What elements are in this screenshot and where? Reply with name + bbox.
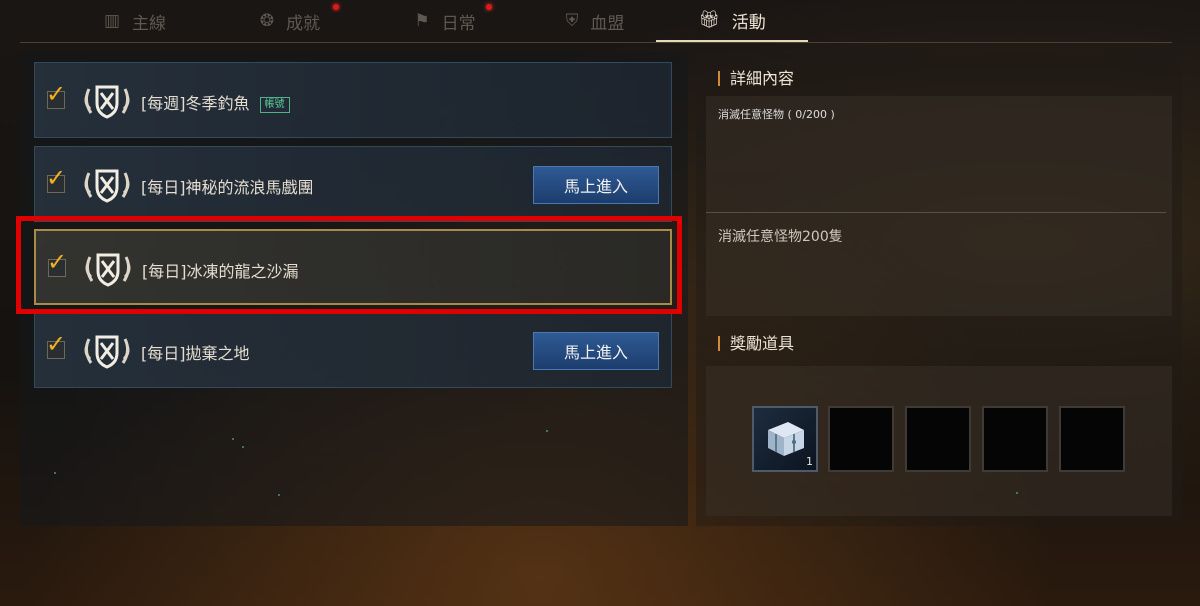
rewards-box: 1 bbox=[706, 366, 1172, 516]
heading-bar bbox=[718, 71, 720, 86]
tab-main-story[interactable]: ▥ 主線 bbox=[70, 0, 200, 42]
gift-icon: 🎁︎ bbox=[698, 10, 720, 30]
quest-title: [每週]冬季釣魚 帳號 bbox=[141, 90, 290, 114]
tab-achievements[interactable]: ❂ 成就 bbox=[225, 0, 355, 42]
particle bbox=[546, 430, 548, 432]
details-box: 消滅任意怪物 ( 0/200 ) 消滅任意怪物200隻 bbox=[706, 96, 1172, 316]
laurel-shield-emblem-icon bbox=[84, 169, 130, 203]
details-heading-text: 詳細內容 bbox=[730, 69, 795, 88]
reward-slot-empty bbox=[905, 406, 971, 472]
quest-title-text: [每週]冬季釣魚 bbox=[141, 94, 250, 113]
quest-title: [每日]拋棄之地 bbox=[141, 344, 250, 363]
quest-row[interactable]: ✓ [每日]拋棄之地 馬上進入 bbox=[34, 312, 672, 388]
check-icon: ✓ bbox=[46, 330, 67, 358]
flag-icon: ⚑ bbox=[414, 11, 430, 31]
quest-title: [每日]神秘的流浪馬戲團 bbox=[141, 178, 314, 197]
book-icon: ▥ bbox=[103, 11, 121, 31]
top-tab-bar: ▥ 主線 ❂ 成就 ⚑ 日常 ⛨ 血盟 🎁︎ 活動 bbox=[20, 0, 1172, 43]
notification-dot bbox=[486, 4, 492, 10]
laurel-shield-emblem-icon bbox=[84, 335, 130, 369]
tab-label: 活動 bbox=[731, 12, 766, 33]
particle bbox=[1016, 492, 1018, 494]
tab-label: 血盟 bbox=[590, 13, 625, 34]
item-count: 1 bbox=[806, 455, 813, 468]
reward-slot[interactable]: 1 bbox=[752, 406, 818, 472]
tab-label: 主線 bbox=[132, 13, 167, 34]
particle bbox=[278, 494, 280, 496]
checkbox[interactable]: ✓ bbox=[46, 82, 66, 109]
rewards-heading-text: 獎勵道具 bbox=[730, 334, 795, 353]
heading-bar bbox=[718, 336, 720, 351]
checkbox[interactable]: ✓ bbox=[46, 332, 66, 359]
enter-now-button[interactable]: 馬上進入 bbox=[533, 166, 659, 204]
tab-clan[interactable]: ⛨ 血盟 bbox=[530, 0, 660, 42]
selection-highlight-box bbox=[16, 216, 682, 314]
laurel-shield-emblem-icon bbox=[84, 85, 130, 119]
medal-icon: ❂ bbox=[259, 11, 275, 31]
reward-slot-empty bbox=[828, 406, 894, 472]
check-icon: ✓ bbox=[46, 80, 67, 108]
particle bbox=[54, 472, 56, 474]
quest-row[interactable]: ✓ [每日]神秘的流浪馬戲團 馬上進入 bbox=[34, 146, 672, 222]
detail-panel: 詳細內容 消滅任意怪物 ( 0/200 ) 消滅任意怪物200隻 獎勵道具 1 bbox=[696, 52, 1182, 526]
tab-label: 日常 bbox=[441, 13, 476, 34]
tab-events[interactable]: 🎁︎ 活動 bbox=[656, 0, 808, 42]
particle bbox=[242, 446, 244, 448]
account-badge: 帳號 bbox=[259, 97, 290, 113]
tab-label: 成就 bbox=[286, 13, 321, 34]
reward-slot-empty bbox=[982, 406, 1048, 472]
particle bbox=[232, 438, 234, 440]
tab-daily[interactable]: ⚑ 日常 bbox=[380, 0, 510, 42]
details-heading: 詳細內容 bbox=[718, 65, 794, 89]
checkbox[interactable]: ✓ bbox=[46, 166, 66, 193]
shield-icon: ⛨ bbox=[565, 11, 579, 31]
notification-dot bbox=[333, 4, 339, 10]
enter-now-button[interactable]: 馬上進入 bbox=[533, 332, 659, 370]
quest-description: 消滅任意怪物200隻 bbox=[718, 229, 843, 245]
quest-row[interactable]: ✓ [每週]冬季釣魚 帳號 bbox=[34, 62, 672, 138]
reward-slot-empty bbox=[1059, 406, 1125, 472]
check-icon: ✓ bbox=[46, 164, 67, 192]
quest-progress-text: 消滅任意怪物 ( 0/200 ) bbox=[718, 108, 835, 121]
rewards-heading: 獎勵道具 bbox=[718, 330, 794, 354]
divider bbox=[706, 212, 1166, 213]
